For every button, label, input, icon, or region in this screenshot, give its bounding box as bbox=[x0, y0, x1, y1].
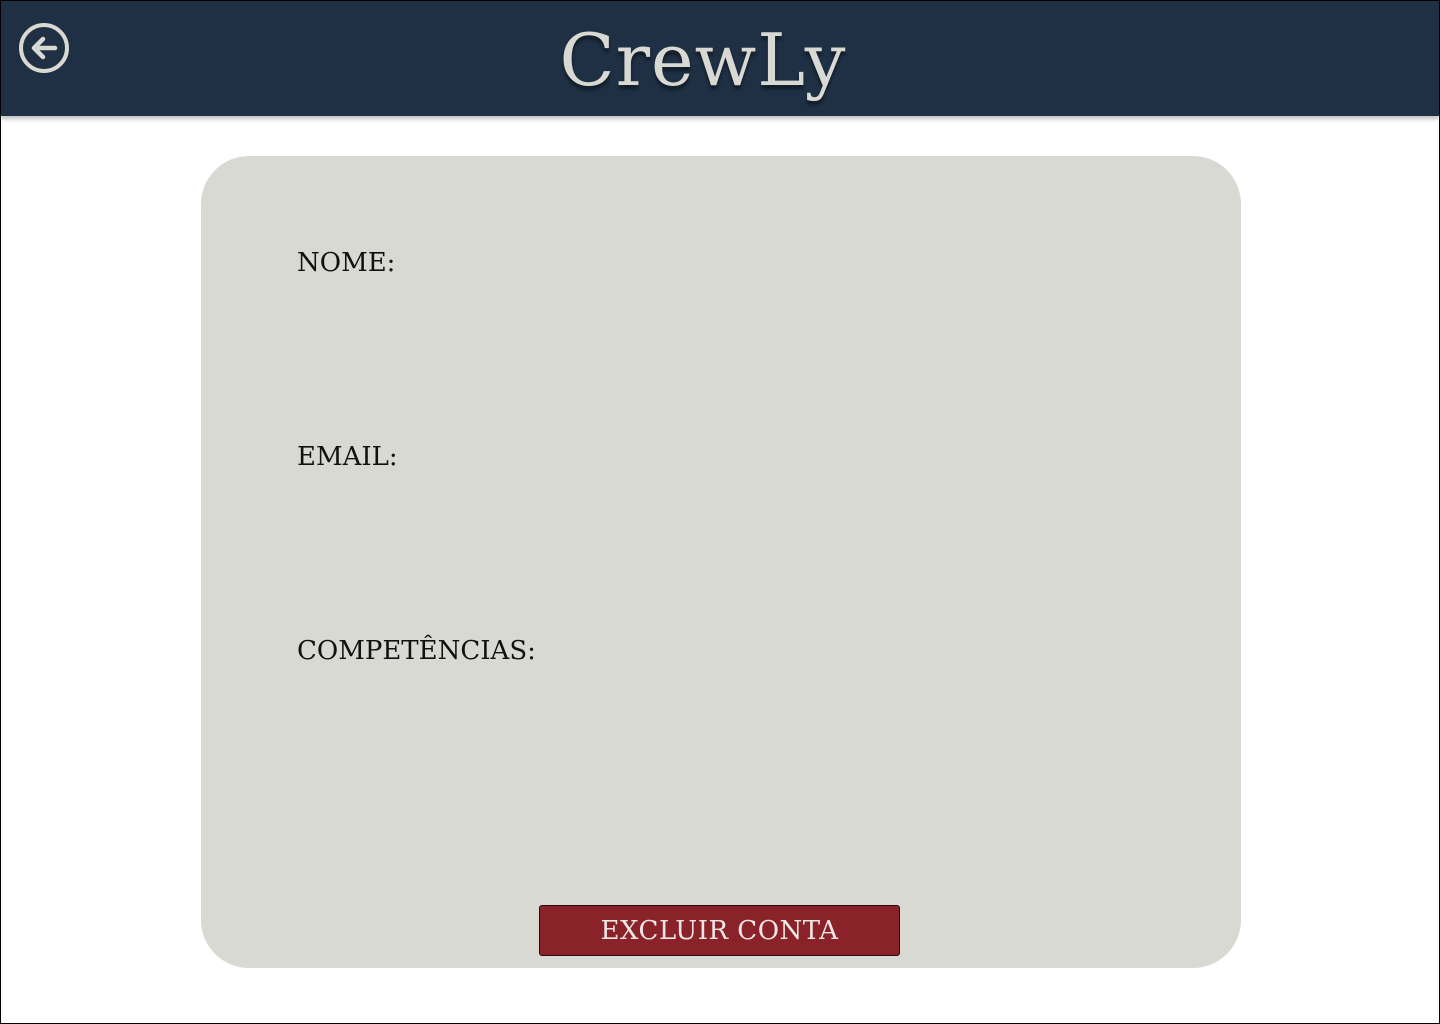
name-label: NOME: bbox=[297, 248, 396, 278]
app-title: CrewLy bbox=[559, 18, 847, 102]
skills-label: COMPETÊNCIAS: bbox=[297, 636, 536, 666]
top-bar: CrewLy bbox=[1, 1, 1439, 116]
email-label: EMAIL: bbox=[297, 442, 398, 472]
app-window: CrewLy NOME: EMAIL: COMPETÊNCIAS: EXCLUI… bbox=[0, 0, 1440, 1024]
profile-card: NOME: EMAIL: COMPETÊNCIAS: EXCLUIR CONTA bbox=[201, 156, 1241, 968]
delete-account-button[interactable]: EXCLUIR CONTA bbox=[539, 905, 900, 956]
